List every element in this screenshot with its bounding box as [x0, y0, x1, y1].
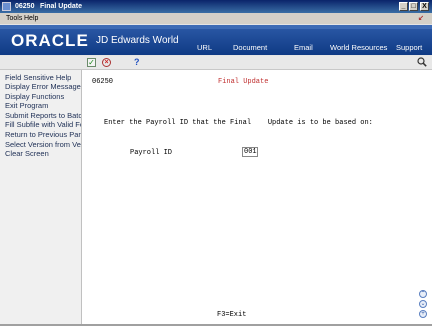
nav-document[interactable]: Document — [233, 43, 267, 52]
application-window: 06250 Final Update _ □ X Tools Help ↙ OR… — [0, 0, 432, 326]
window-code: 06250 — [15, 3, 35, 10]
close-button[interactable]: X — [420, 2, 429, 11]
minimize-button[interactable]: _ — [399, 2, 408, 11]
cancel-x-icon[interactable]: × — [102, 58, 111, 67]
exit-display-functions[interactable]: Display Functions — [5, 92, 64, 101]
banner-stripe — [0, 25, 432, 29]
payroll-id-input[interactable]: 001 — [242, 147, 258, 157]
scroll-controls: ⌃ ⌄ + — [419, 290, 427, 320]
exit-return-previous[interactable]: Return to Previous Pane — [5, 130, 81, 139]
exit-exit-program[interactable]: Exit Program — [5, 101, 48, 110]
form-area: 06250 Final Update Enter the Payroll ID … — [82, 70, 432, 325]
exit-submit-reports[interactable]: Submit Reports to Batch — [5, 111, 81, 120]
title-bar: 06250 Final Update _ □ X — [0, 0, 432, 13]
exit-clear-screen[interactable]: Clear Screen — [5, 149, 49, 158]
oracle-logo: ORACLE — [11, 31, 89, 50]
search-icon[interactable] — [417, 57, 427, 67]
form-id: 06250 — [92, 78, 114, 86]
menu-help[interactable]: Help — [24, 13, 38, 24]
payroll-id-label: Payroll ID — [130, 149, 173, 157]
exit-fill-subfile[interactable]: Fill Subfile with Valid For — [5, 120, 81, 129]
exit-select-version[interactable]: Select Version from Ver — [5, 140, 81, 149]
window-title: Final Update — [40, 3, 83, 10]
nav-support[interactable]: Support — [396, 43, 422, 52]
exit-field-sensitive-help[interactable]: Field Sensitive Help — [5, 73, 71, 82]
ok-checkmark-icon[interactable]: ✓ — [87, 58, 96, 67]
form-title: Final Update — [218, 78, 269, 86]
exit-panel: Field Sensitive Help Display Error Messa… — [0, 70, 82, 325]
exit-display-error-message[interactable]: Display Error Message — [5, 82, 81, 91]
menu-bar: Tools Help ↙ — [0, 13, 432, 24]
function-keys: F3=Exit — [217, 311, 247, 319]
nav-url[interactable]: URL — [197, 43, 212, 52]
nav-email[interactable]: Email — [294, 43, 313, 52]
page-up-icon[interactable]: ⌃ — [419, 290, 427, 298]
app-icon — [2, 2, 11, 11]
menu-tools[interactable]: Tools — [6, 13, 22, 24]
maximize-button[interactable]: □ — [409, 2, 418, 11]
toolbar — [0, 56, 432, 70]
help-question-icon[interactable]: ? — [134, 57, 140, 67]
prompt-text: Enter the Payroll ID that the Final Upda… — [104, 119, 373, 127]
page-down-icon[interactable]: ⌄ — [419, 300, 427, 308]
nav-world-resources[interactable]: World Resources — [330, 43, 387, 52]
exit-arrow-icon[interactable]: ↙ — [418, 13, 424, 24]
product-name: JD Edwards World — [96, 35, 179, 46]
zoom-icon[interactable]: + — [419, 310, 427, 318]
